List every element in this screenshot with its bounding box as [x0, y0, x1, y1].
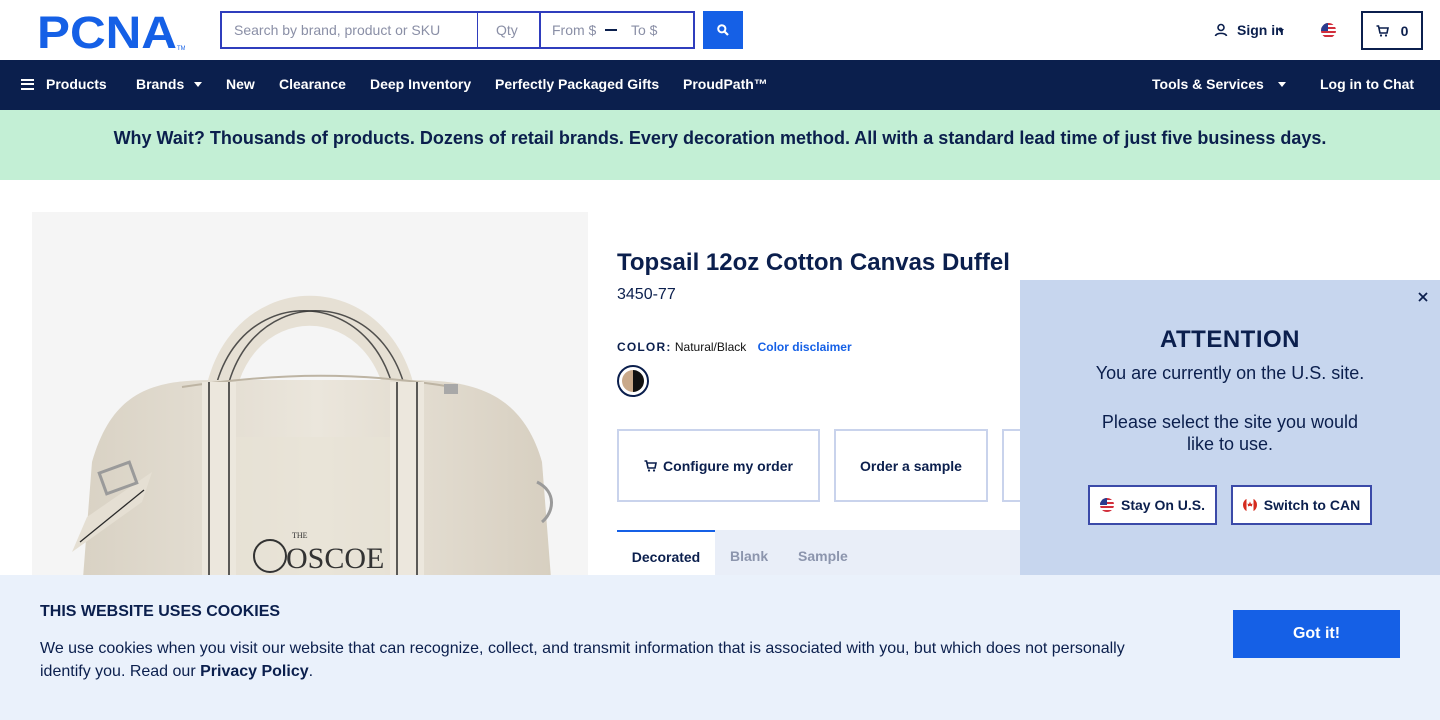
svg-text:PCNA: PCNA	[37, 12, 177, 52]
site-selection-popup: ATTENTION You are currently on the U.S. …	[1020, 280, 1440, 575]
qty-input[interactable]	[478, 11, 540, 49]
svg-text:OSCOE: OSCOE	[286, 542, 384, 575]
color-label: COLOR:	[617, 340, 672, 354]
popup-message: You are currently on the U.S. site.	[1095, 363, 1365, 383]
canada-flag-icon	[1242, 498, 1257, 512]
product-title: Topsail 12oz Cotton Canvas Duffel	[617, 249, 1010, 276]
cookie-end: .	[308, 663, 314, 680]
sign-in-label: Sign in	[1237, 22, 1284, 38]
nav-chat-login[interactable]: Log in to Chat	[1320, 60, 1414, 110]
search-button[interactable]	[703, 11, 743, 49]
us-flag-icon	[1099, 498, 1114, 512]
cart-icon	[644, 459, 658, 472]
nav-gifts[interactable]: Perfectly Packaged Gifts	[495, 60, 659, 110]
order-type-tabs: Decorated Blank Sample	[617, 530, 1037, 575]
tab-decorated[interactable]: Decorated	[617, 530, 715, 575]
popup-title: ATTENTION	[1159, 326, 1301, 353]
privacy-policy-link[interactable]: Privacy Policy	[200, 663, 309, 680]
nav-brands[interactable]: Brands	[136, 60, 203, 110]
nav-brands-label: Brands	[136, 76, 185, 92]
cookie-text: We use cookies when you visit our websit…	[40, 637, 1150, 683]
search-icon	[717, 24, 729, 36]
color-swatch-natural-black[interactable]	[617, 365, 649, 397]
user-icon	[1214, 23, 1228, 37]
us-flag-icon[interactable]	[1321, 23, 1336, 38]
price-dash	[605, 29, 617, 31]
order-sample-label: Order a sample	[860, 457, 962, 474]
search-bar	[220, 11, 695, 49]
nav-deep-inventory[interactable]: Deep Inventory	[370, 60, 471, 110]
product-color: COLOR: Natural/Black Color disclaimer	[617, 340, 852, 354]
chevron-down-icon	[194, 81, 203, 87]
nav-new[interactable]: New	[226, 60, 255, 110]
cart-icon	[1376, 24, 1389, 37]
menu-icon	[21, 78, 34, 90]
order-sample-button[interactable]: Order a sample	[834, 429, 988, 502]
close-icon[interactable]	[1416, 290, 1430, 304]
cookie-title: THIS WEBSITE USES COOKIES	[40, 603, 281, 620]
tab-blank[interactable]: Blank	[730, 530, 768, 575]
price-to-input[interactable]	[623, 15, 685, 45]
cookie-banner: THIS WEBSITE USES COOKIES We use cookies…	[0, 575, 1440, 720]
svg-text:THE: THE	[292, 531, 308, 540]
svg-text:TM: TM	[177, 46, 185, 52]
popup-message-2: Please select the site you would like to…	[1101, 412, 1359, 454]
cart-button[interactable]: 0	[1361, 11, 1423, 50]
accept-cookies-button[interactable]: Got it!	[1233, 610, 1400, 658]
sign-in-caret-icon	[1277, 29, 1284, 33]
nav-tools-label: Tools & Services	[1152, 76, 1264, 92]
price-from-input[interactable]	[541, 15, 603, 45]
price-range	[540, 11, 695, 49]
nav-products-label: Products	[46, 76, 107, 92]
cart-count: 0	[1400, 22, 1409, 39]
color-disclaimer-link[interactable]: Color disclaimer	[758, 340, 852, 354]
promo-text: Why Wait? Thousands of products. Dozens …	[113, 128, 1327, 148]
nav-clearance[interactable]: Clearance	[279, 60, 346, 110]
configure-order-button[interactable]: Configure my order	[617, 429, 820, 502]
switch-can-label: Switch to CAN	[1263, 497, 1361, 513]
sign-in-button[interactable]: Sign in	[1214, 22, 1284, 38]
nav-products[interactable]: Products	[21, 60, 107, 110]
promo-banner: Why Wait? Thousands of products. Dozens …	[0, 110, 1440, 180]
main-navigation: Products Brands New Clearance Deep Inven…	[0, 60, 1440, 110]
tab-sample[interactable]: Sample	[798, 530, 848, 575]
configure-order-label: Configure my order	[663, 457, 793, 474]
switch-can-button[interactable]: Switch to CAN	[1231, 485, 1372, 525]
pcna-logo[interactable]: PCNA TM	[37, 12, 185, 52]
search-input[interactable]	[220, 11, 478, 49]
color-value: Natural/Black	[674, 340, 747, 354]
nav-tools-services[interactable]: Tools & Services	[1152, 60, 1286, 110]
chevron-down-icon	[1277, 81, 1286, 87]
swatch-fill	[622, 370, 644, 392]
nav-proudpath[interactable]: ProudPath™	[683, 60, 768, 110]
stay-us-label: Stay On U.S.	[1120, 497, 1206, 513]
site-header: PCNA TM Sign in	[0, 0, 1440, 60]
product-sku: 3450-77	[617, 286, 676, 303]
stay-us-button[interactable]: Stay On U.S.	[1088, 485, 1217, 525]
